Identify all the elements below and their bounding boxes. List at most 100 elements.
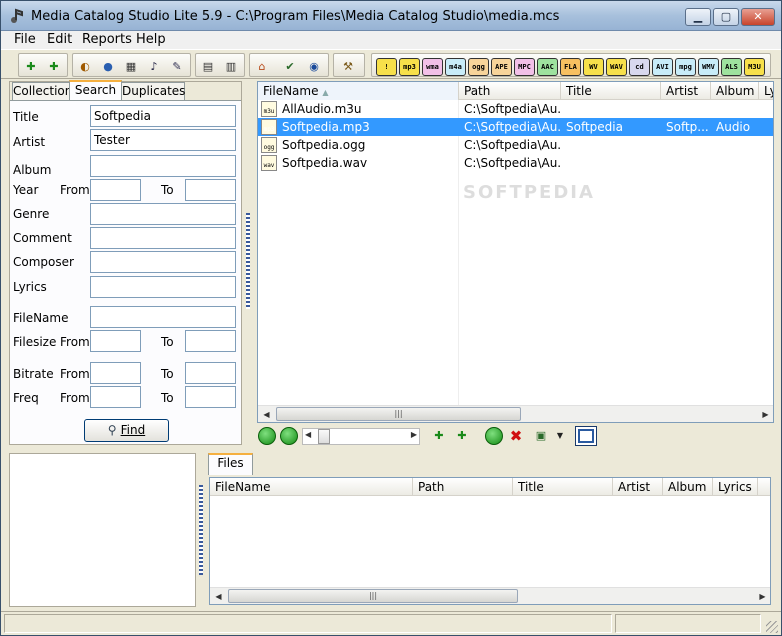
freq-from-field[interactable]: [90, 386, 141, 408]
tab-duplicates[interactable]: Duplicates: [121, 82, 185, 101]
window-mode-icon[interactable]: [575, 426, 597, 446]
menu-help[interactable]: Help: [136, 32, 166, 47]
year-from-field[interactable]: [90, 179, 141, 201]
format-filter-wmv-button[interactable]: WMV: [698, 58, 719, 76]
bottom-splitter-grip[interactable]: [199, 485, 203, 575]
bitrate-to-field[interactable]: [185, 362, 236, 384]
add-folder-icon[interactable]: ✚: [46, 59, 62, 75]
home-icon[interactable]: ⌂: [254, 59, 270, 75]
find-button[interactable]: ⚲ Find: [84, 419, 169, 442]
disc-icon[interactable]: ●: [100, 59, 116, 75]
file-row[interactable]: wav Softpedia.wav C:\Softpedia\Au...: [258, 154, 773, 172]
tools-icon[interactable]: ⚒: [340, 59, 356, 75]
format-filter-ape-button[interactable]: APE: [491, 58, 512, 76]
year-to-field[interactable]: [185, 179, 236, 201]
format-filter-wma-button[interactable]: wma: [422, 58, 443, 76]
tab-files[interactable]: Files: [208, 453, 253, 475]
format-filter-fla-button[interactable]: FLA: [560, 58, 581, 76]
format-filter-avi-button[interactable]: AVI: [652, 58, 673, 76]
play-icon[interactable]: [258, 427, 276, 445]
files-col-artist[interactable]: Artist: [613, 478, 663, 496]
format-filter-mpg-button[interactable]: mpg: [675, 58, 696, 76]
files-col-lyrics[interactable]: Lyrics: [713, 478, 758, 496]
album-field[interactable]: [90, 155, 236, 177]
dropdown-arrow-icon[interactable]: ▼: [552, 428, 568, 444]
comment-field[interactable]: [90, 227, 236, 249]
artist-field[interactable]: Tester: [90, 129, 236, 151]
minimize-button[interactable]: ▁: [685, 8, 711, 26]
col-filename[interactable]: FileName ▲: [258, 82, 459, 100]
slider-thumb[interactable]: [318, 429, 330, 444]
files-col-title[interactable]: Title: [513, 478, 613, 496]
scroll-left-icon[interactable]: ◀: [259, 407, 274, 422]
check-icon[interactable]: ✔: [282, 59, 298, 75]
tab-search[interactable]: Search: [69, 80, 122, 101]
format-filter-cd-button[interactable]: cd: [629, 58, 650, 76]
files-scroll-left-icon[interactable]: ◀: [211, 589, 226, 604]
col-artist[interactable]: Artist: [661, 82, 711, 100]
close-button[interactable]: ✕: [741, 8, 775, 26]
file-row[interactable]: ogg Softpedia.ogg C:\Softpedia\Au...: [258, 136, 773, 154]
resize-grip-icon[interactable]: [766, 621, 778, 633]
genre-field[interactable]: [90, 203, 236, 225]
files-scroll-right-icon[interactable]: ▶: [755, 589, 770, 604]
format-filter-wv-button[interactable]: WV: [583, 58, 604, 76]
files-col-path[interactable]: Path: [413, 478, 513, 496]
files-scroll-thumb[interactable]: |||: [228, 589, 518, 603]
menu-edit[interactable]: Edit: [47, 32, 72, 47]
slider-right-icon[interactable]: ▶: [411, 430, 417, 439]
composer-field[interactable]: [90, 251, 236, 273]
col-album[interactable]: Album: [711, 82, 759, 100]
files-col-album[interactable]: Album: [663, 478, 713, 496]
filesize-from-field[interactable]: [90, 330, 141, 352]
globe-icon[interactable]: ◉: [306, 59, 322, 75]
title-field[interactable]: Softpedia: [90, 105, 236, 127]
lyrics-field[interactable]: [90, 276, 236, 298]
title-bar[interactable]: Media Catalog Studio Lite 5.9 - C:\Progr…: [1, 1, 781, 31]
vertical-splitter[interactable]: [244, 81, 251, 445]
filename-field[interactable]: [90, 306, 236, 328]
splitter-grip[interactable]: [246, 213, 250, 309]
tab-collection[interactable]: Collection: [12, 82, 72, 101]
bitrate-from-field[interactable]: [90, 362, 141, 384]
files-col-filename[interactable]: FileName: [210, 478, 413, 496]
format-filter-ogg-button[interactable]: ogg: [468, 58, 489, 76]
report-icon[interactable]: ▥: [223, 59, 239, 75]
maximize-button[interactable]: ▢: [713, 8, 739, 26]
file-row[interactable]: mp3 Softpedia.mp3 C:\Softpedia\Au... Softpe…: [258, 118, 773, 136]
delete-icon[interactable]: ✖: [508, 428, 524, 444]
menu-reports[interactable]: Reports: [82, 32, 132, 47]
scroll-right-icon[interactable]: ▶: [758, 407, 773, 422]
file-row[interactable]: m3u AllAudio.m3u C:\Softpedia\Au...: [258, 100, 773, 118]
freq-to-field[interactable]: [185, 386, 236, 408]
stop-icon[interactable]: [280, 427, 298, 445]
calendar-icon[interactable]: ▦: [123, 59, 139, 75]
book-icon[interactable]: ◐: [77, 59, 93, 75]
play-playlist-icon[interactable]: [485, 427, 503, 445]
format-filter-mp3-button[interactable]: mp3: [399, 58, 420, 76]
format-filter-als-button[interactable]: ALS: [721, 58, 742, 76]
slider-left-icon[interactable]: ◀: [305, 430, 311, 439]
col-title[interactable]: Title: [561, 82, 661, 100]
add-folder-playlist-icon[interactable]: ✚: [454, 428, 470, 444]
position-slider[interactable]: ◀ ▶: [302, 428, 420, 445]
format-filter-all-button[interactable]: !: [376, 58, 397, 76]
col-path[interactable]: Path: [459, 82, 561, 100]
document-icon[interactable]: ▤: [200, 59, 216, 75]
menu-file[interactable]: File: [14, 32, 36, 47]
music-note-icon[interactable]: ♪: [146, 59, 162, 75]
col-lyrics[interactable]: Ly: [759, 82, 773, 100]
format-filter-m4a-button[interactable]: m4a: [445, 58, 466, 76]
edit-icon[interactable]: ✎: [169, 59, 185, 75]
scroll-thumb[interactable]: |||: [276, 407, 521, 421]
bottom-vertical-splitter[interactable]: [196, 453, 205, 607]
export-icon[interactable]: ▣: [533, 428, 549, 444]
file-list-hscrollbar[interactable]: ◀ ||| ▶: [258, 405, 773, 422]
format-filter-m3u-button[interactable]: M3U: [744, 58, 765, 76]
format-filter-mpc-button[interactable]: MPC: [514, 58, 535, 76]
format-filter-wav-button[interactable]: WAV: [606, 58, 627, 76]
format-filter-aac-button[interactable]: AAC: [537, 58, 558, 76]
add-to-playlist-icon[interactable]: ✚: [431, 428, 447, 444]
files-list-hscrollbar[interactable]: ◀ ||| ▶: [210, 587, 770, 604]
filesize-to-field[interactable]: [185, 330, 236, 352]
